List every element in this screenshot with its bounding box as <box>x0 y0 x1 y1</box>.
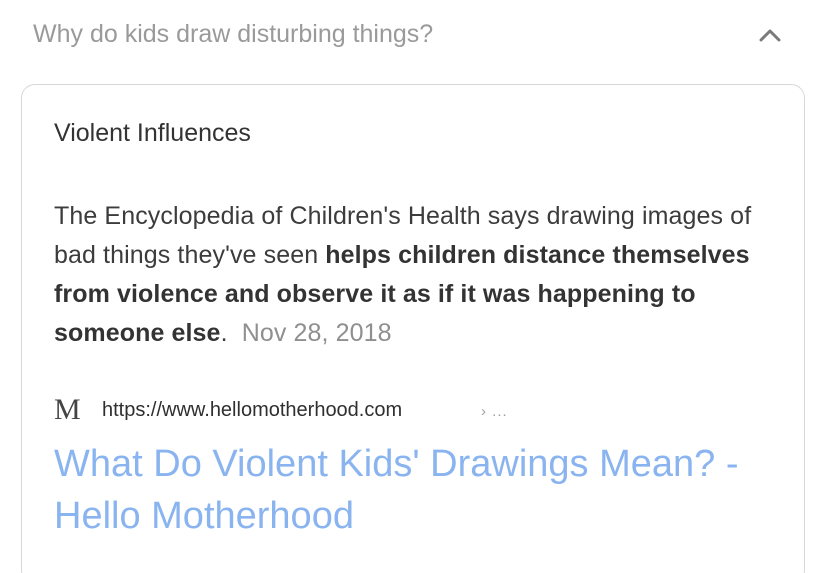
result-title-link[interactable]: What Do Violent Kids' Drawings Mean? - H… <box>54 438 794 542</box>
question-text: Why do kids draw disturbing things? <box>33 20 434 48</box>
site-favicon-icon: M <box>54 393 81 426</box>
url-breadcrumb-trail: › ... <box>481 403 508 420</box>
page: Why do kids draw disturbing things? Viol… <box>0 0 828 573</box>
answer-heading: Violent Influences <box>54 119 251 147</box>
source-url[interactable]: https://www.hellomotherhood.com <box>102 399 402 422</box>
question-accordion-header[interactable]: Why do kids draw disturbing things? <box>0 0 828 76</box>
answer-snippet: The Encyclopedia of Children's Health sa… <box>54 197 766 353</box>
snippet-end: . <box>220 319 228 347</box>
chevron-up-icon[interactable] <box>756 22 784 50</box>
snippet-date: Nov 28, 2018 <box>241 319 392 347</box>
